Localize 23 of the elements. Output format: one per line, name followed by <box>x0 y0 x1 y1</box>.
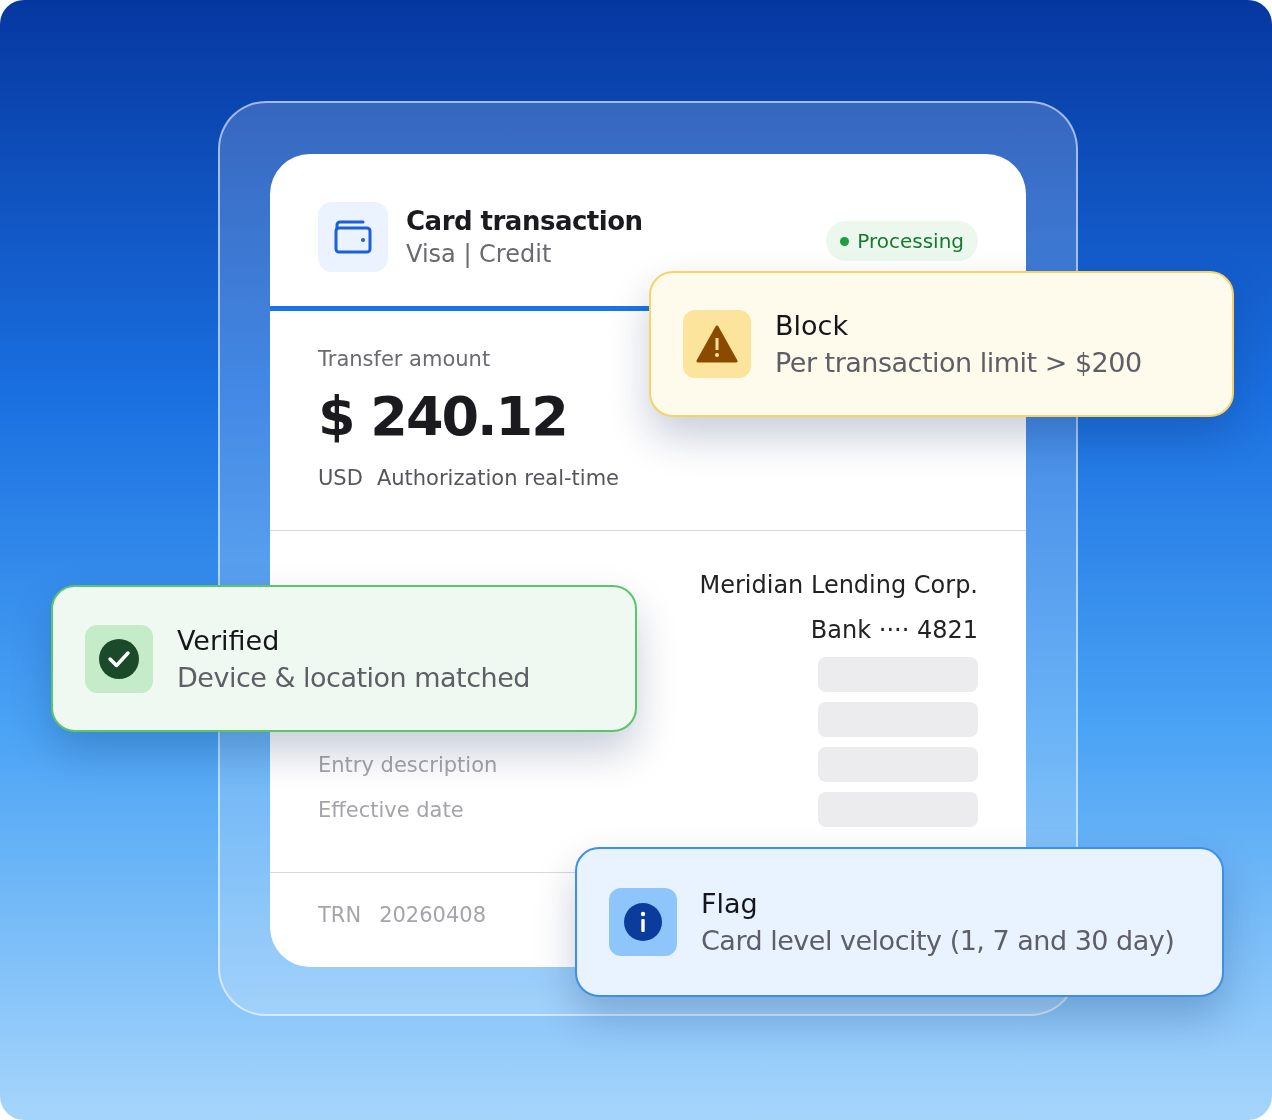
info-icon <box>623 902 663 942</box>
detail-value: Bank ···· 4821 <box>810 615 978 644</box>
alert-text: Card level velocity (1, 7 and 30 day) <box>701 925 1175 956</box>
alert-title: Flag <box>701 888 759 919</box>
check-icon <box>98 637 140 680</box>
alert-title: Block <box>775 310 850 341</box>
detail-label: Entry description <box>318 752 498 777</box>
authorization-mode: Authorization real-time <box>376 466 620 490</box>
warning-icon <box>696 325 738 363</box>
currency-label: USD <box>318 466 363 490</box>
card-subtitle: Visa | Credit <box>406 240 553 268</box>
detail-label: Effective date <box>318 797 464 822</box>
footer-value: 20260408 <box>379 903 487 927</box>
wallet-icon <box>318 202 388 272</box>
status-label: Processing <box>857 229 964 253</box>
footer-label: TRN <box>318 903 362 927</box>
alert-text: Device & location matched <box>177 661 530 693</box>
card-title: Card transaction <box>406 206 644 236</box>
detail-value: Meridian Lending Corp. <box>699 570 978 599</box>
amount-label: Transfer amount <box>318 347 491 371</box>
alert-text: Per transaction limit > $200 <box>775 347 1142 378</box>
amount-value: $ 240.12 <box>318 385 567 448</box>
alert-title: Verified <box>177 624 281 656</box>
